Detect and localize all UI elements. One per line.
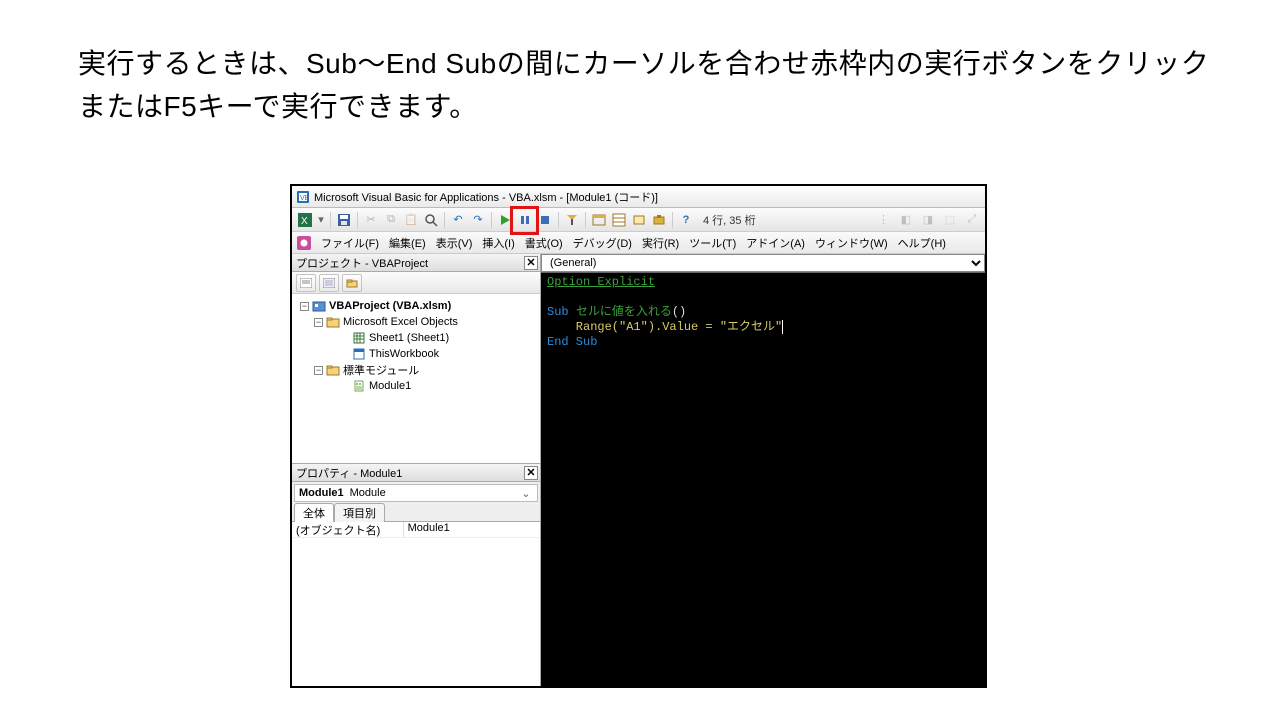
menu-addins[interactable]: アドイン(A): [741, 233, 810, 253]
menu-file[interactable]: ファイル(F): [316, 233, 384, 253]
reset-button[interactable]: [536, 211, 554, 229]
property-object-selector[interactable]: Module1 Module ⌄: [294, 484, 538, 502]
property-row[interactable]: (オブジェクト名) Module1: [292, 522, 540, 538]
dim1-icon: ◧: [897, 211, 915, 229]
project-pane-title: プロジェクト - VBAProject ✕: [292, 254, 540, 272]
tree-sheet1[interactable]: Sheet1 (Sheet1): [294, 330, 538, 346]
help-icon[interactable]: ?: [677, 211, 695, 229]
redo-icon[interactable]: ↷: [469, 211, 487, 229]
collapse-icon[interactable]: −: [314, 318, 323, 327]
left-panels: プロジェクト - VBAProject ✕ − VBAProject (VBA.…: [292, 254, 541, 686]
code-editor[interactable]: Option Explicit Sub セルに値を入れる() Range("A1…: [541, 272, 985, 686]
app-icon: VB: [296, 190, 310, 204]
module-icon: [352, 380, 366, 392]
menu-view[interactable]: 表示(V): [431, 233, 478, 253]
menu-debug[interactable]: デバッグ(D): [568, 233, 637, 253]
project-explorer-icon[interactable]: [590, 211, 608, 229]
dim3-icon: ⬚: [941, 211, 959, 229]
workbook-icon: [352, 348, 366, 360]
menu-insert[interactable]: 挿入(I): [477, 233, 519, 253]
excel-icon[interactable]: X: [296, 211, 314, 229]
project-tree[interactable]: − VBAProject (VBA.xlsm) − Microsoft Exce…: [292, 294, 540, 464]
dropdown-icon[interactable]: ⌄: [519, 487, 533, 500]
view-object-icon[interactable]: [319, 274, 339, 292]
property-grid[interactable]: (オブジェクト名) Module1: [292, 522, 540, 686]
vba-ide-window: VB Microsoft Visual Basic for Applicatio…: [290, 184, 987, 688]
dropdown-icon[interactable]: ▾: [316, 211, 326, 229]
undo-icon[interactable]: ↶: [449, 211, 467, 229]
close-icon[interactable]: ✕: [524, 256, 538, 270]
menu-logo-icon: [296, 235, 312, 251]
code-window: (General) Option Explicit Sub セルに値を入れる()…: [541, 254, 985, 686]
folder-icon: [326, 364, 340, 376]
folder-icon: [326, 316, 340, 328]
tab-categorized[interactable]: 項目別: [334, 503, 385, 522]
menu-run[interactable]: 実行(R): [637, 233, 684, 253]
object-browser-icon[interactable]: [630, 211, 648, 229]
menu-format[interactable]: 書式(O): [520, 233, 568, 253]
view-code-icon[interactable]: [296, 274, 316, 292]
title-bar: VB Microsoft Visual Basic for Applicatio…: [292, 186, 985, 208]
toolbox-icon[interactable]: [650, 211, 668, 229]
tree-std-modules[interactable]: − 標準モジュール: [294, 362, 538, 378]
property-value[interactable]: Module1: [404, 522, 540, 537]
properties-pane: プロパティ - Module1 ✕ Module1 Module ⌄ 全体 項目…: [292, 464, 540, 686]
properties-icon[interactable]: [610, 211, 628, 229]
menu-bar: ファイル(F) 編集(E) 表示(V) 挿入(I) 書式(O) デバッグ(D) …: [292, 232, 985, 254]
window-title: Microsoft Visual Basic for Applications …: [314, 189, 658, 205]
save-icon[interactable]: [335, 211, 353, 229]
menu-tools[interactable]: ツール(T): [684, 233, 741, 253]
property-tabs: 全体 項目別: [292, 504, 540, 522]
run-button[interactable]: [496, 211, 514, 229]
menu-edit[interactable]: 編集(E): [384, 233, 431, 253]
properties-pane-title: プロパティ - Module1 ✕: [292, 464, 540, 482]
menu-help[interactable]: ヘルプ(H): [893, 233, 951, 253]
sheet-icon: [352, 332, 366, 344]
object-combo[interactable]: (General): [541, 254, 985, 272]
tree-root[interactable]: − VBAProject (VBA.xlsm): [294, 298, 538, 314]
standard-toolbar: X ▾ ✂ ⧉ 📋 ↶ ↷ ? 4 行, 35 桁 ⋮ ◧ ◨ ⬚: [292, 208, 985, 232]
instruction-caption: 実行するときは、Sub～End Subの間にカーソルを合わせ赤枠内の実行ボタンを…: [78, 42, 1230, 129]
collapse-icon[interactable]: −: [300, 302, 309, 311]
project-toolbar: [292, 272, 540, 294]
toggle-folders-icon[interactable]: [342, 274, 362, 292]
tab-alphabetic[interactable]: 全体: [294, 503, 334, 522]
dim4-icon: ⤢: [963, 211, 981, 229]
tree-thisworkbook[interactable]: ThisWorkbook: [294, 346, 538, 362]
svg-text:X: X: [301, 216, 308, 227]
collapse-icon[interactable]: −: [314, 366, 323, 375]
cut-icon[interactable]: ✂: [362, 211, 380, 229]
design-mode-icon[interactable]: [563, 211, 581, 229]
property-key: (オブジェクト名): [292, 522, 404, 537]
close-icon[interactable]: ✕: [524, 466, 538, 480]
find-icon[interactable]: [422, 211, 440, 229]
dim2-icon: ◨: [919, 211, 937, 229]
tree-excel-objects[interactable]: − Microsoft Excel Objects: [294, 314, 538, 330]
tree-module1[interactable]: Module1: [294, 378, 538, 394]
toolbar-grip-icon: ⋮: [878, 213, 889, 226]
copy-icon[interactable]: ⧉: [382, 211, 400, 229]
paste-icon[interactable]: 📋: [402, 211, 420, 229]
project-icon: [312, 300, 326, 312]
cursor-position: 4 行, 35 桁: [703, 212, 756, 228]
svg-text:VB: VB: [300, 195, 310, 202]
break-button[interactable]: [516, 211, 534, 229]
menu-window[interactable]: ウィンドウ(W): [810, 233, 893, 253]
